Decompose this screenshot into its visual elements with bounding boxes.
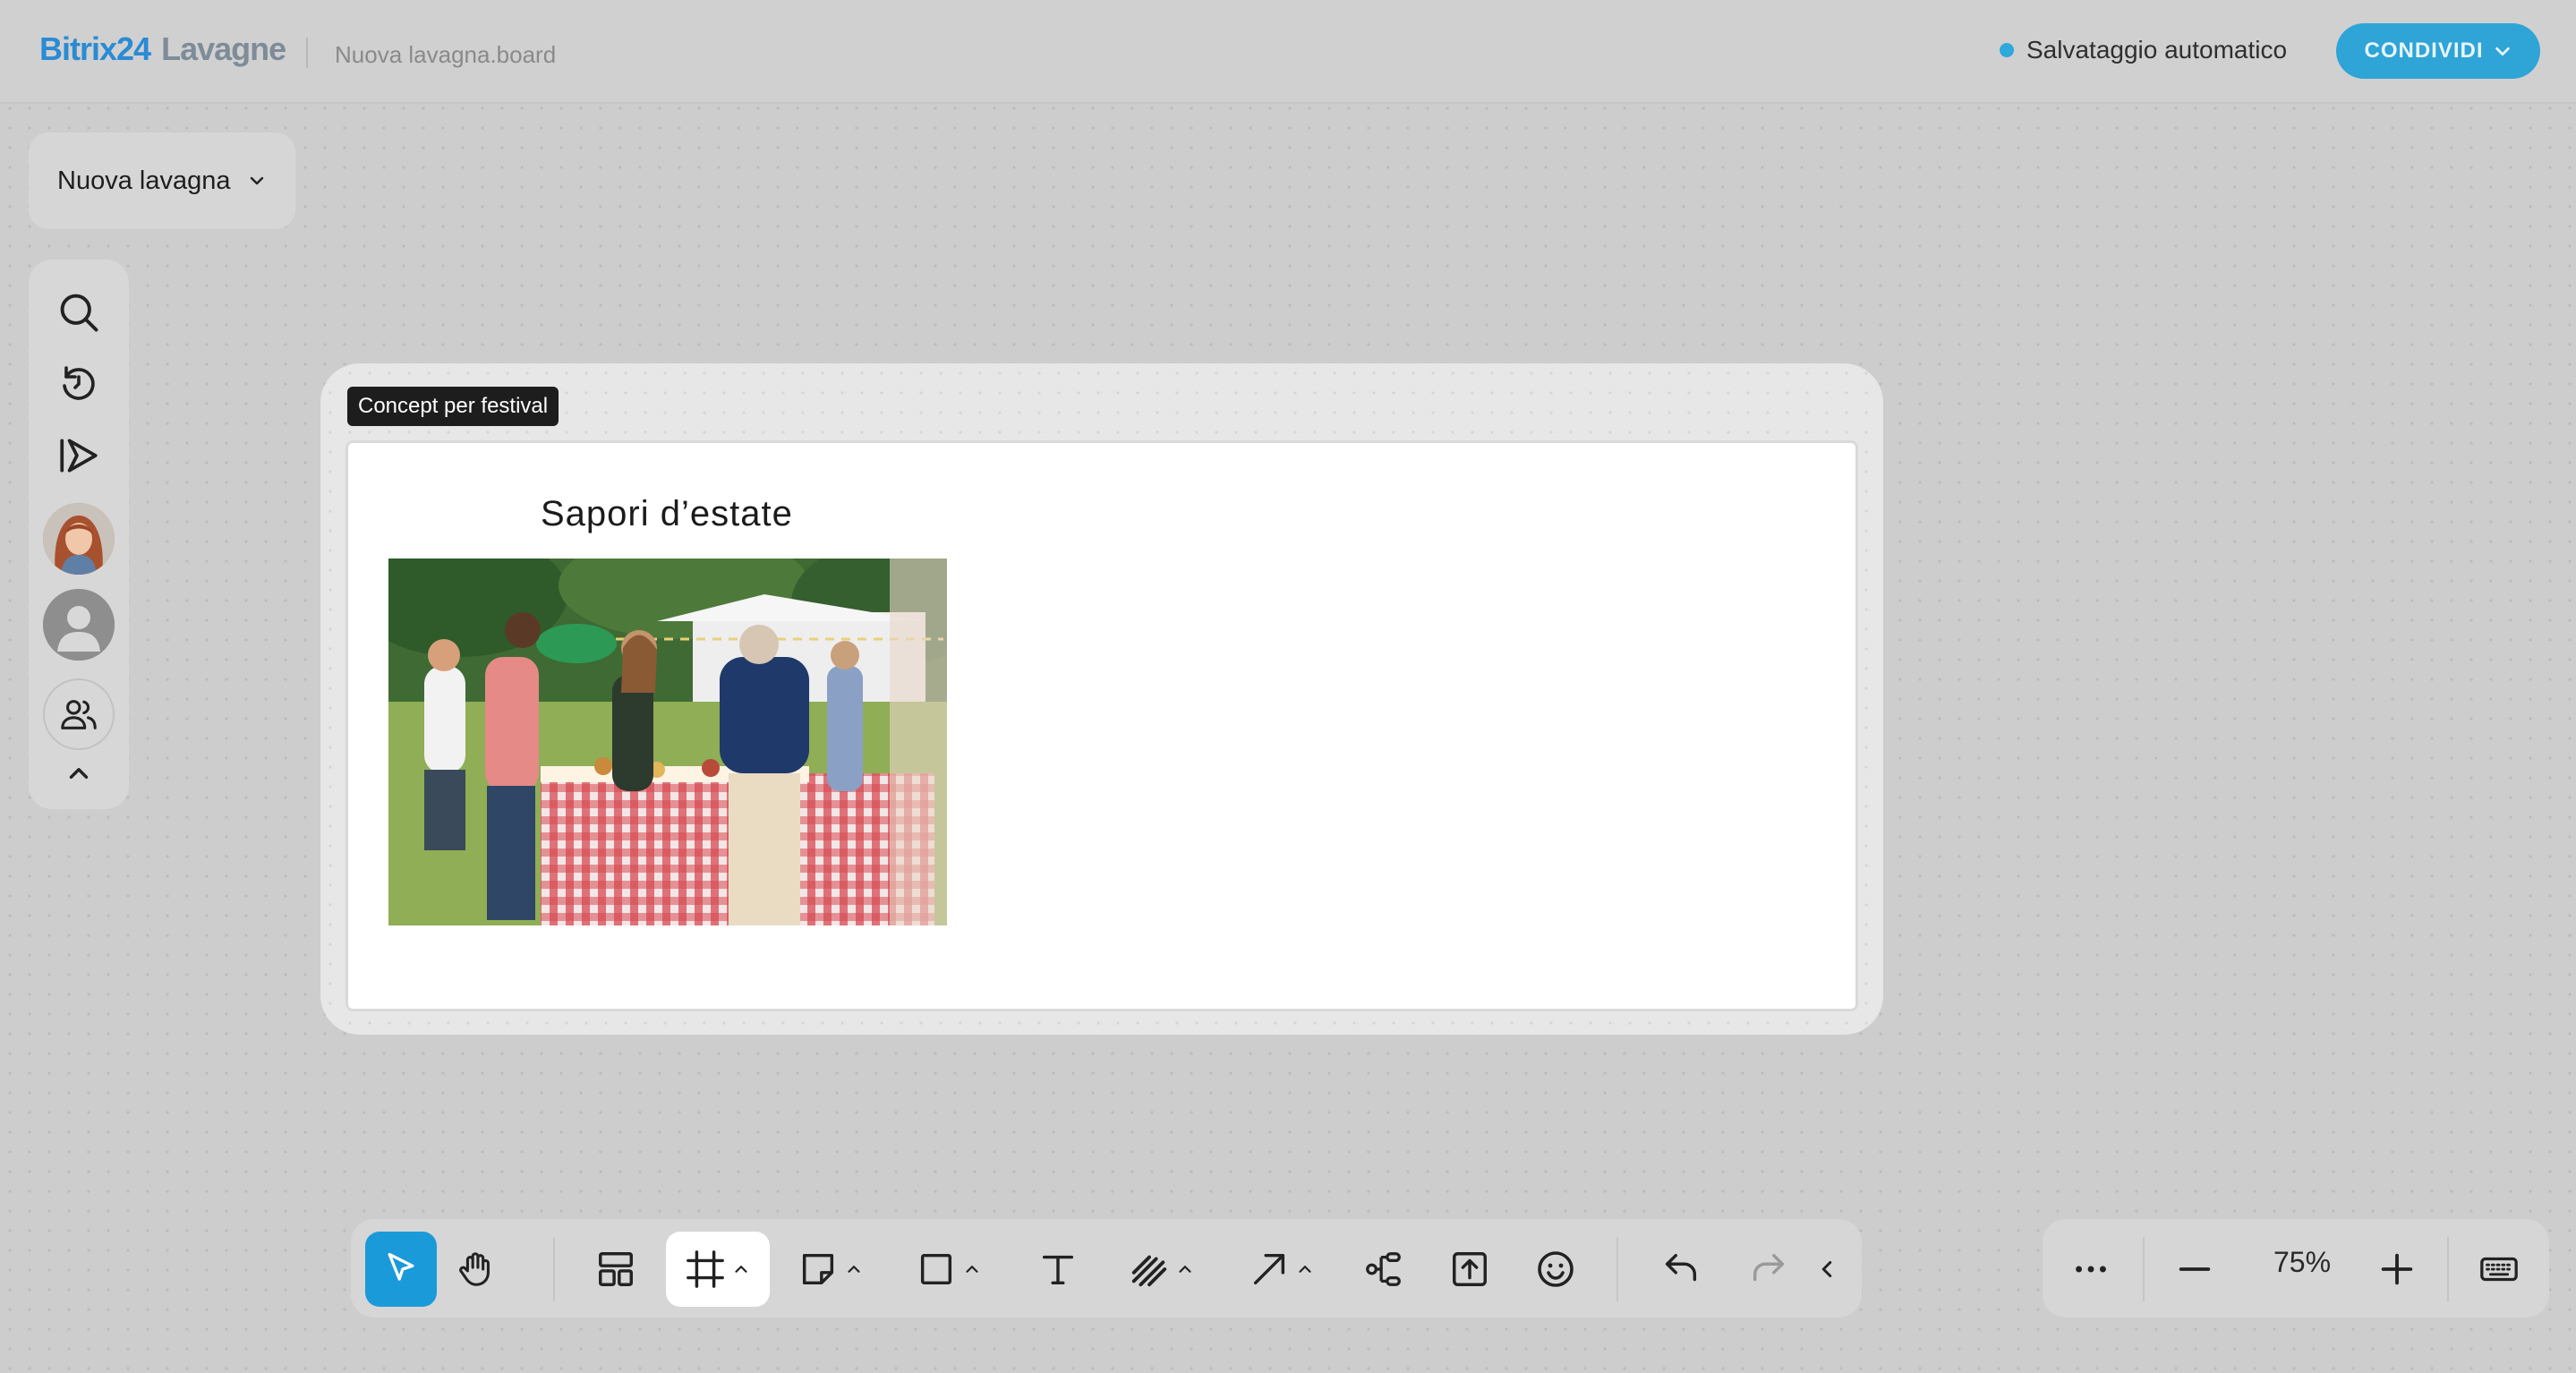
arrow-icon <box>1253 1253 1285 1285</box>
sticky-note-tool[interactable] <box>786 1232 875 1307</box>
share-button-label: CONDIVIDI <box>2364 38 2484 63</box>
user-avatar-photo[interactable] <box>43 503 115 575</box>
app-name: Lavagne <box>161 30 286 67</box>
caret-up-icon <box>1299 1265 1311 1273</box>
frame-label[interactable]: Concept per festival <box>347 387 559 426</box>
upload-tool[interactable] <box>1434 1232 1506 1307</box>
more-dots-icon <box>2076 1266 2106 1273</box>
frame-tool[interactable] <box>666 1232 770 1307</box>
square-icon <box>920 1253 952 1285</box>
bottom-toolbar <box>351 1219 1862 1318</box>
emoji-tool[interactable] <box>1520 1232 1591 1307</box>
share-button[interactable]: CONDIVIDI <box>2336 23 2540 79</box>
mind-map-tool[interactable] <box>1348 1232 1420 1307</box>
minus-icon <box>2179 1267 2211 1271</box>
left-panel <box>29 260 129 809</box>
emoji-icon <box>1538 1251 1574 1287</box>
hand-tool[interactable] <box>440 1232 512 1307</box>
board-file-name[interactable]: Nuova lavagna.board <box>335 41 556 69</box>
card-title[interactable]: Sapori d’estate <box>541 494 793 534</box>
caret-up-icon <box>735 1265 747 1273</box>
chevron-down-icon <box>251 176 264 185</box>
history-button[interactable] <box>41 353 116 415</box>
undo-button[interactable] <box>1645 1232 1717 1307</box>
presentation-icon <box>60 439 98 473</box>
participants-icon <box>61 700 97 729</box>
chevron-left-icon <box>1821 1261 1832 1277</box>
festival-photo[interactable] <box>388 559 947 925</box>
undo-icon <box>1665 1253 1697 1282</box>
templates-icon <box>599 1252 633 1286</box>
history-icon <box>63 366 95 400</box>
brand-name: Bitrix24 <box>39 30 151 67</box>
toolbar-divider <box>553 1237 555 1301</box>
toolbar-divider <box>1616 1237 1618 1301</box>
collapse-panel-button[interactable] <box>41 746 116 800</box>
zoom-level[interactable]: 75% <box>2257 1246 2347 1279</box>
toolbar-divider <box>2447 1237 2449 1301</box>
user-avatar-placeholder[interactable] <box>43 589 115 661</box>
caret-up-icon <box>1179 1265 1191 1273</box>
hand-icon <box>459 1252 490 1286</box>
autosave-dot-icon <box>2000 43 2014 57</box>
zoom-toolbar: 75% <box>2043 1219 2549 1318</box>
select-tool[interactable] <box>365 1232 437 1307</box>
search-icon <box>60 294 98 332</box>
caret-up-icon <box>966 1265 978 1273</box>
chevron-down-icon <box>2495 47 2510 56</box>
pen-icon <box>1131 1255 1167 1287</box>
participants-button[interactable] <box>43 678 115 750</box>
more-options-button[interactable] <box>2055 1232 2127 1307</box>
search-button[interactable] <box>41 281 116 344</box>
zoom-out-button[interactable] <box>2159 1232 2231 1307</box>
keyboard-icon <box>2480 1257 2518 1282</box>
presentation-button[interactable] <box>41 424 116 487</box>
zoom-in-button[interactable] <box>2361 1232 2433 1307</box>
header-divider <box>306 38 308 68</box>
board-selector-label: Nuova lavagna <box>57 166 231 195</box>
redo-button[interactable] <box>1733 1232 1804 1307</box>
avatar-photo-icon <box>43 503 115 575</box>
shape-tool[interactable] <box>904 1232 994 1307</box>
sticky-note-icon <box>802 1253 834 1285</box>
user-placeholder-icon <box>43 589 115 661</box>
collapse-toolbar-button[interactable] <box>1804 1232 1849 1307</box>
cursor-icon <box>388 1252 414 1281</box>
top-bar: Bitrix24 Lavagne Nuova lavagna.board Salv… <box>0 0 2576 104</box>
redo-icon <box>1753 1253 1785 1282</box>
autosave-status: Salvataggio automatico <box>2000 36 2287 64</box>
toolbar-divider <box>2143 1237 2145 1301</box>
upload-icon <box>1453 1252 1487 1286</box>
autosave-label: Salvataggio automatico <box>2026 36 2288 64</box>
templates-tool[interactable] <box>580 1232 652 1307</box>
board-selector[interactable]: Nuova lavagna <box>29 132 295 229</box>
pen-tool[interactable] <box>1117 1232 1207 1307</box>
frame-icon <box>687 1250 724 1288</box>
text-tool[interactable] <box>1022 1232 1094 1307</box>
arrow-tool[interactable] <box>1237 1232 1326 1307</box>
festival-photo-image <box>388 559 947 925</box>
text-icon <box>1042 1255 1074 1285</box>
app-logo[interactable]: Bitrix24 Lavagne <box>39 30 286 68</box>
plus-icon <box>2381 1253 2413 1285</box>
caret-up-icon <box>848 1265 860 1273</box>
mind-map-icon <box>1366 1252 1401 1286</box>
chevron-up-icon <box>69 768 89 779</box>
keyboard-shortcuts-button[interactable] <box>2463 1232 2535 1307</box>
